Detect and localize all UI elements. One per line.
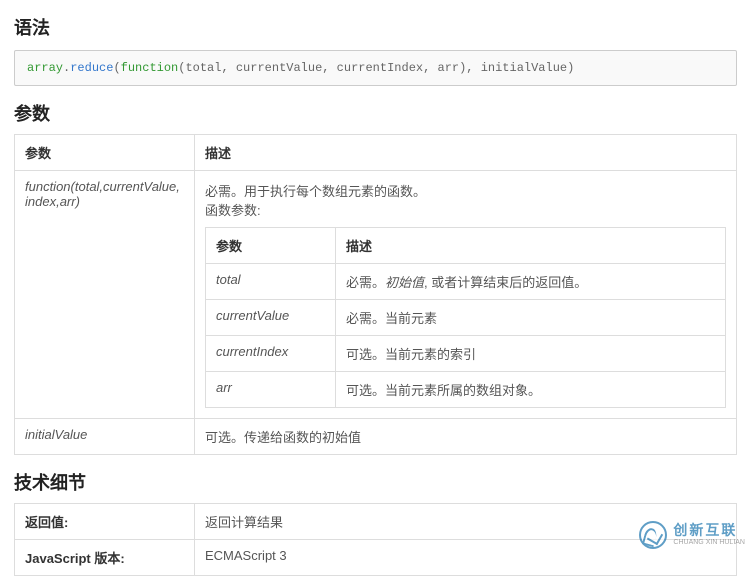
table-header-row: 参数 描述 <box>206 228 726 264</box>
code-object: array <box>27 61 63 75</box>
table-row: 返回值: 返回计算结果 <box>15 504 737 540</box>
th-desc: 描述 <box>336 228 726 264</box>
section-heading-syntax: 语法 <box>14 14 737 40</box>
text: , 或者计算结束后的返回值。 <box>424 275 587 290</box>
code-open: ( <box>113 61 120 75</box>
syntax-code-block: array.reduce(function(total, currentValu… <box>14 50 737 86</box>
code-fn-keyword: function <box>121 61 179 75</box>
inner-param-desc: 可选。当前元素所属的数组对象。 <box>336 372 726 408</box>
code-args: (total, currentValue, currentIndex, arr)… <box>178 61 567 75</box>
parameters-table: 参数 描述 function(total,currentValue, index… <box>14 134 737 455</box>
technical-table: 返回值: 返回计算结果 JavaScript 版本: ECMAScript 3 <box>14 503 737 576</box>
table-header-row: 参数 描述 <box>15 135 737 171</box>
table-row: initialValue 可选。传递给函数的初始值 <box>15 419 737 455</box>
tech-label-version: JavaScript 版本: <box>15 540 195 576</box>
param-desc-function: 必需。用于执行每个数组元素的函数。 函数参数: 参数 描述 total 必需。初… <box>195 171 737 419</box>
param-name-initialvalue: initialValue <box>15 419 195 455</box>
tech-value-version: ECMAScript 3 <box>195 540 737 576</box>
section-heading-technical: 技术细节 <box>14 469 737 495</box>
tech-label-return: 返回值: <box>15 504 195 540</box>
th-param: 参数 <box>15 135 195 171</box>
code-method: reduce <box>70 61 113 75</box>
table-row: total 必需。初始值, 或者计算结束后的返回值。 <box>206 264 726 300</box>
text: 必需。 <box>346 275 385 290</box>
inner-parameters-table: 参数 描述 total 必需。初始值, 或者计算结束后的返回值。 current… <box>205 227 726 408</box>
inner-param-name: currentIndex <box>206 336 336 372</box>
inner-param-desc: 必需。初始值, 或者计算结束后的返回值。 <box>336 264 726 300</box>
inner-param-name: total <box>206 264 336 300</box>
table-row: currentValue 必需。当前元素 <box>206 300 726 336</box>
code-close: ) <box>567 61 574 75</box>
param-name-function: function(total,currentValue, index,arr) <box>15 171 195 419</box>
th-param: 参数 <box>206 228 336 264</box>
desc-line: 函数参数: <box>205 200 726 219</box>
inner-param-desc: 可选。当前元素的索引 <box>336 336 726 372</box>
table-row: JavaScript 版本: ECMAScript 3 <box>15 540 737 576</box>
inner-param-name: arr <box>206 372 336 408</box>
table-row: arr 可选。当前元素所属的数组对象。 <box>206 372 726 408</box>
table-row: function(total,currentValue, index,arr) … <box>15 171 737 419</box>
tech-value-return: 返回计算结果 <box>195 504 737 540</box>
section-heading-parameters: 参数 <box>14 100 737 126</box>
desc-line: 必需。用于执行每个数组元素的函数。 <box>205 181 726 200</box>
text-italic: 初始值 <box>385 275 424 290</box>
inner-param-desc: 必需。当前元素 <box>336 300 726 336</box>
inner-param-name: currentValue <box>206 300 336 336</box>
table-row: currentIndex 可选。当前元素的索引 <box>206 336 726 372</box>
param-desc-initialvalue: 可选。传递给函数的初始值 <box>195 419 737 455</box>
th-desc: 描述 <box>195 135 737 171</box>
